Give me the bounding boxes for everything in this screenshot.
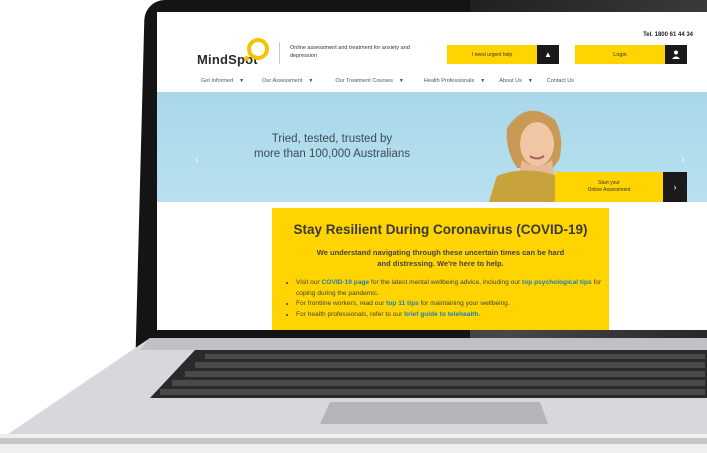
nav-item-label: Our Assessment — [262, 78, 303, 84]
covid-page-link[interactable]: COVID-19 page — [322, 279, 370, 286]
covid-subtitle: We understand navigating through these u… — [316, 248, 565, 268]
cta-line1: Start your — [598, 180, 620, 186]
nav-item-get-informed[interactable]: Get Informed ▼ — [201, 78, 244, 84]
bullet-text: for maintaining your wellbeing. — [418, 300, 510, 307]
nav-item-contact-us[interactable]: Contact Us — [547, 78, 574, 84]
covid-title: Stay Resilient During Coronavirus (COVID… — [293, 222, 588, 237]
hero-headline-line2: more than 100,000 Australians — [254, 148, 410, 160]
logo-mark-icon — [247, 38, 269, 60]
caret-down-icon: ▼ — [527, 78, 533, 84]
nav-item-treatment-courses[interactable]: Our Treatment Courses ▼ — [335, 78, 403, 84]
caret-down-icon: ▼ — [239, 78, 245, 84]
covid-bullet-list: Visit our COVID-19 page for the latest m… — [288, 278, 611, 320]
nav-item-label: Health Professionals — [423, 78, 475, 84]
logo-dot-icon — [244, 56, 249, 61]
user-icon[interactable] — [665, 45, 687, 64]
bullet-text: For health professionals, refer to our — [296, 310, 405, 318]
bullet-text: . — [478, 310, 481, 318]
nav-item-label: Contact Us — [546, 78, 574, 84]
site-tagline: Online assessment and treatment for anxi… — [290, 45, 410, 59]
hero-headline: Tried, tested, trusted by more than 100,… — [217, 132, 447, 162]
nav-item-label: Our Treatment Courses — [335, 78, 393, 84]
login-button[interactable]: Login — [575, 45, 665, 64]
bullet-text: For frontline workers, read our — [296, 300, 387, 307]
site-header: MindSpot Online assessment and treatment… — [157, 12, 707, 78]
nav-item-our-assessment[interactable]: Our Assessment ▼ — [262, 78, 313, 84]
warning-icon[interactable]: ▲ — [537, 45, 559, 64]
nav-item-label: About Us — [499, 78, 522, 84]
bullet-text: Visit our — [296, 279, 322, 286]
covid-notice-box: Stay Resilient During Coronavirus (COVID… — [272, 208, 609, 330]
caret-down-icon: ▼ — [398, 78, 404, 84]
psych-tips-link[interactable]: top psychological tips — [522, 279, 592, 286]
urgent-help-button[interactable]: I need urgent help — [447, 45, 537, 64]
browser-screen: MindSpot Online assessment and treatment… — [157, 12, 707, 330]
telehealth-guide-link[interactable]: brief guide to telehealth — [404, 311, 478, 318]
nav-item-about-us[interactable]: About Us ▼ — [499, 78, 533, 84]
list-item: For frontline workers, read our top 11 t… — [296, 299, 611, 310]
carousel-prev-icon[interactable]: ‹ — [195, 152, 199, 166]
laptop-base — [0, 338, 707, 453]
header-divider — [279, 42, 280, 64]
carousel-next-icon[interactable]: › — [681, 152, 685, 166]
chevron-right-icon[interactable]: › — [663, 172, 687, 202]
main-nav: Get Informed ▼ Our Assessment ▼ Our Trea… — [157, 74, 707, 88]
phone-number[interactable]: Tel. 1800 61 44 34 — [643, 32, 693, 38]
cta-line2: Online Assessment — [587, 187, 631, 193]
hero-banner: ‹ › Tried, tested, trusted by more than … — [157, 92, 707, 202]
start-assessment-button[interactable]: Start your Online Assessment — [555, 172, 663, 202]
list-item: Visit our COVID-19 page for the latest m… — [296, 278, 611, 299]
nav-item-health-professionals[interactable]: Health Professionals ▼ — [424, 78, 485, 84]
nav-item-label: Get Informed — [201, 78, 234, 84]
caret-down-icon: ▼ — [308, 78, 314, 84]
hero-headline-line1: Tried, tested, trusted by — [271, 133, 393, 145]
list-item: For health professionals, refer to our b… — [296, 310, 611, 321]
bullet-text: for the latest mental wellbeing advice, … — [369, 279, 523, 286]
caret-down-icon: ▼ — [480, 78, 486, 84]
frontline-tips-link[interactable]: top 11 tips — [386, 300, 419, 307]
